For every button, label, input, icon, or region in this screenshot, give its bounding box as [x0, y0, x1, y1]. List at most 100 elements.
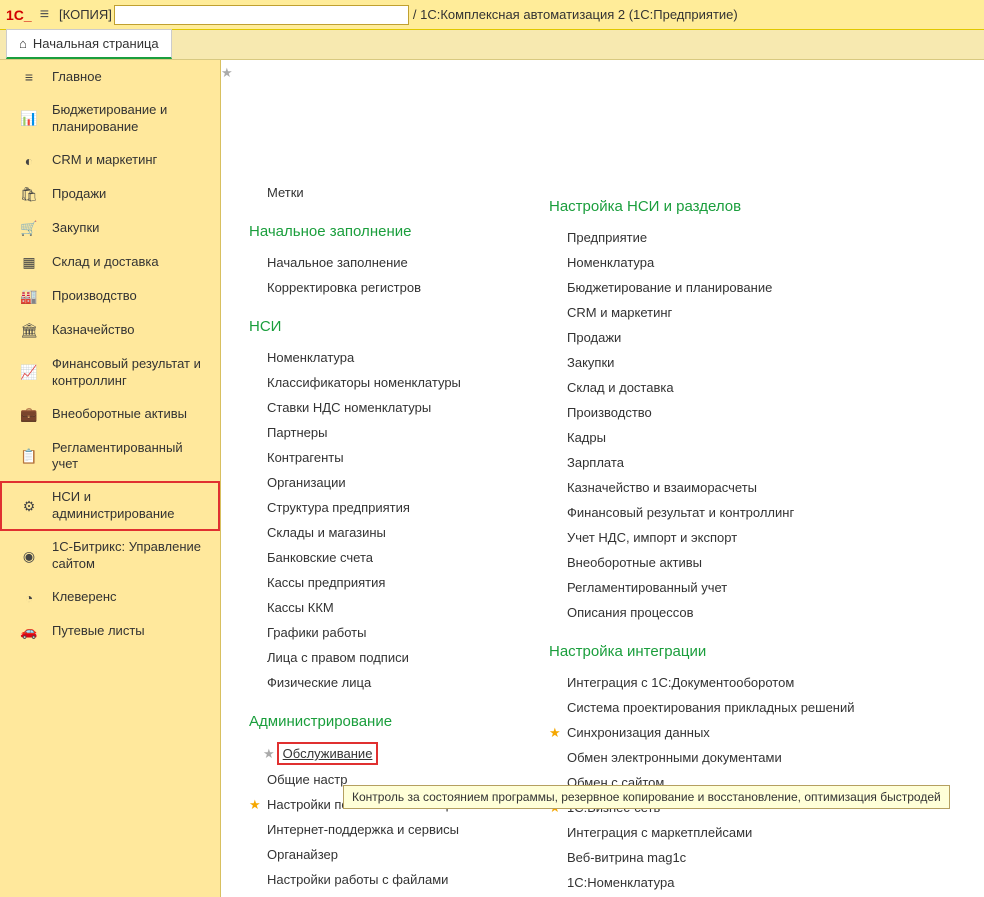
nav-icon: 💼 — [20, 406, 38, 423]
link-item[interactable]: Номенклатура — [249, 345, 509, 370]
nav-label: CRM и маркетинг — [52, 152, 157, 169]
link-item[interactable]: Казначейство и взаиморасчеты — [549, 475, 929, 500]
nav-icon: 📈 — [20, 364, 38, 381]
link-item[interactable]: Внеоборотные активы — [549, 550, 929, 575]
link-item[interactable]: Зарплата — [549, 450, 929, 475]
link-item[interactable]: Контрагенты — [249, 445, 509, 470]
sidebar-item-3[interactable]: 🛍Продажи — [0, 178, 220, 212]
sidebar-item-9[interactable]: 💼Внеоборотные активы — [0, 398, 220, 432]
link-item[interactable]: Производство — [549, 400, 929, 425]
nav-icon: ◐ — [20, 153, 38, 169]
sidebar-item-5[interactable]: ▦Склад и доставка — [0, 246, 220, 280]
nav-icon: 🚗 — [20, 623, 38, 640]
link-item[interactable]: Ставки НДС номенклатуры — [249, 395, 509, 420]
link-item[interactable]: Структура предприятия — [249, 495, 509, 520]
link-item[interactable]: Графики работы — [249, 620, 509, 645]
link-highlighted[interactable]: Обслуживание — [279, 744, 377, 763]
link-item[interactable]: Бюджетирование и планирование — [549, 275, 929, 300]
link-item[interactable]: Интеграция с маркетплейсами — [549, 820, 929, 845]
sidebar-item-6[interactable]: 🏭Производство — [0, 280, 220, 314]
section-integration: Настройка интеграции — [549, 643, 929, 660]
link-item[interactable]: Склад и доставка — [549, 375, 929, 400]
tab-label: Начальная страница — [33, 36, 159, 51]
link-item[interactable]: Обмен электронными документами — [549, 745, 929, 770]
link-item[interactable]: Начальное заполнение — [249, 250, 509, 275]
nav-label: Производство — [52, 288, 137, 305]
section-admin: Администрирование — [249, 713, 509, 730]
content-panel: Метки Начальное заполнение Начальное зап… — [221, 60, 984, 897]
link-item[interactable]: Номенклатура — [549, 250, 929, 275]
link-item[interactable]: Описания процессов — [549, 600, 929, 625]
sidebar-item-10[interactable]: 📋Регламентированный учет — [0, 432, 220, 482]
link-item[interactable]: Банковские счета — [249, 545, 509, 570]
link-item[interactable]: Регламентированный учет — [549, 575, 929, 600]
menu-burger-icon[interactable]: ≡ — [40, 6, 49, 24]
sidebar-item-14[interactable]: 🚗Путевые листы — [0, 615, 220, 649]
link-item[interactable]: CRM и маркетинг — [549, 300, 929, 325]
link-item[interactable]: ★Синхронизация данных — [549, 720, 929, 745]
section-initial-fill: Начальное заполнение — [249, 223, 509, 240]
hover-tooltip: Контроль за состоянием программы, резерв… — [343, 785, 950, 809]
sidebar-item-0[interactable]: ≡Главное — [0, 60, 220, 94]
nav-icon: ≡ — [20, 69, 38, 85]
link-item[interactable]: Склады и магазины — [249, 520, 509, 545]
link-item[interactable]: Система проектирования прикладных решени… — [549, 695, 929, 720]
nav-label: Казначейство — [52, 322, 134, 339]
link-item[interactable]: ★Печатные формы, отчеты и обработки — [249, 892, 509, 897]
sidebar-item-11[interactable]: ⚙НСИ и администрирование — [0, 481, 220, 531]
nav-label: Финансовый результат и контроллинг — [52, 356, 210, 390]
star-icon: ★ — [249, 797, 261, 813]
link-item[interactable]: Лица с правом подписи — [249, 645, 509, 670]
link-item[interactable]: Настройки работы с файлами — [249, 867, 509, 892]
star-icon: ★ — [549, 725, 561, 741]
tab-home[interactable]: ⌂ Начальная страница — [6, 29, 172, 59]
sidebar-item-1[interactable]: 📊Бюджетирование и планирование — [0, 94, 220, 144]
link-item[interactable]: Кассы предприятия — [249, 570, 509, 595]
link-item[interactable]: Учет НДС, импорт и экспорт — [549, 525, 929, 550]
nav-icon: ◔ — [20, 590, 38, 606]
nav-label: Бюджетирование и планирование — [52, 102, 210, 136]
column-left: Метки Начальное заполнение Начальное зап… — [249, 80, 509, 897]
link-item[interactable]: Предприятие — [549, 225, 929, 250]
nav-icon: ▦ — [20, 254, 38, 271]
window-title: / 1С:Комплексная автоматизация 2 (1С:Пре… — [411, 7, 738, 22]
nav-label: Клеверенс — [52, 589, 117, 606]
logo-1c: 1C_ — [6, 7, 32, 23]
link-item[interactable]: Органайзер — [249, 842, 509, 867]
link-item[interactable]: Финансовый результат и контроллинг — [549, 500, 929, 525]
link-item[interactable]: 1С:Номенклатура — [549, 870, 929, 895]
sidebar-item-2[interactable]: ◐ CRM и маркетинг — [0, 144, 220, 178]
link-item[interactable]: Интернет-поддержка и сервисы — [249, 817, 509, 842]
nav-icon: 🛍 — [20, 186, 38, 203]
column-right: Настройка НСИ и разделов ПредприятиеНоме… — [549, 80, 929, 897]
link-item[interactable]: Корректировка регистров — [249, 275, 509, 300]
sidebar-item-7[interactable]: 🏛Казначейство — [0, 314, 220, 348]
link-item[interactable]: Интеграция с 1С:Документооборотом — [549, 670, 929, 695]
link-item[interactable]: Организации — [249, 470, 509, 495]
star-icon: ★ — [263, 746, 275, 761]
sidebar-item-13[interactable]: ◔ Клеверенс — [0, 581, 220, 615]
nav-label: НСИ и администрирование — [52, 489, 210, 523]
link-item[interactable]: Веб-витрина mag1c — [549, 845, 929, 870]
link-item[interactable]: Физические лица — [249, 670, 509, 695]
sidebar-item-4[interactable]: 🛒Закупки — [0, 212, 220, 246]
nav-icon: ◉ — [20, 548, 38, 565]
database-title-input[interactable] — [114, 5, 409, 25]
link-item[interactable]: ★★Обслуживание — [263, 744, 509, 763]
sidebar-item-12[interactable]: ◉1С-Битрикс: Управление сайтом — [0, 531, 220, 581]
home-icon: ⌂ — [19, 36, 27, 51]
link-item[interactable]: Закупки — [549, 350, 929, 375]
link-item[interactable]: Партнеры — [249, 420, 509, 445]
link-item[interactable]: Продажи — [549, 325, 929, 350]
link-item[interactable]: Классификаторы номенклатуры — [249, 370, 509, 395]
link-item[interactable]: Кассы ККМ — [249, 595, 509, 620]
app-header: 1C_ ≡ [КОПИЯ] / 1С:Комплексная автоматиз… — [0, 0, 984, 30]
main-area: ≡Главное📊Бюджетирование и планирование ◐ C… — [0, 60, 984, 897]
sidebar-item-8[interactable]: 📈 Финансовый результат и контроллинг — [0, 348, 220, 398]
nav-icon: 🛒 — [20, 220, 38, 237]
tab-bar: ⌂ Начальная страница — [0, 30, 984, 60]
section-nsi: НСИ — [249, 318, 509, 335]
logo-icon: 1C — [6, 7, 24, 23]
link-item[interactable]: Кадры — [549, 425, 929, 450]
link-metki[interactable]: Метки — [267, 180, 509, 205]
